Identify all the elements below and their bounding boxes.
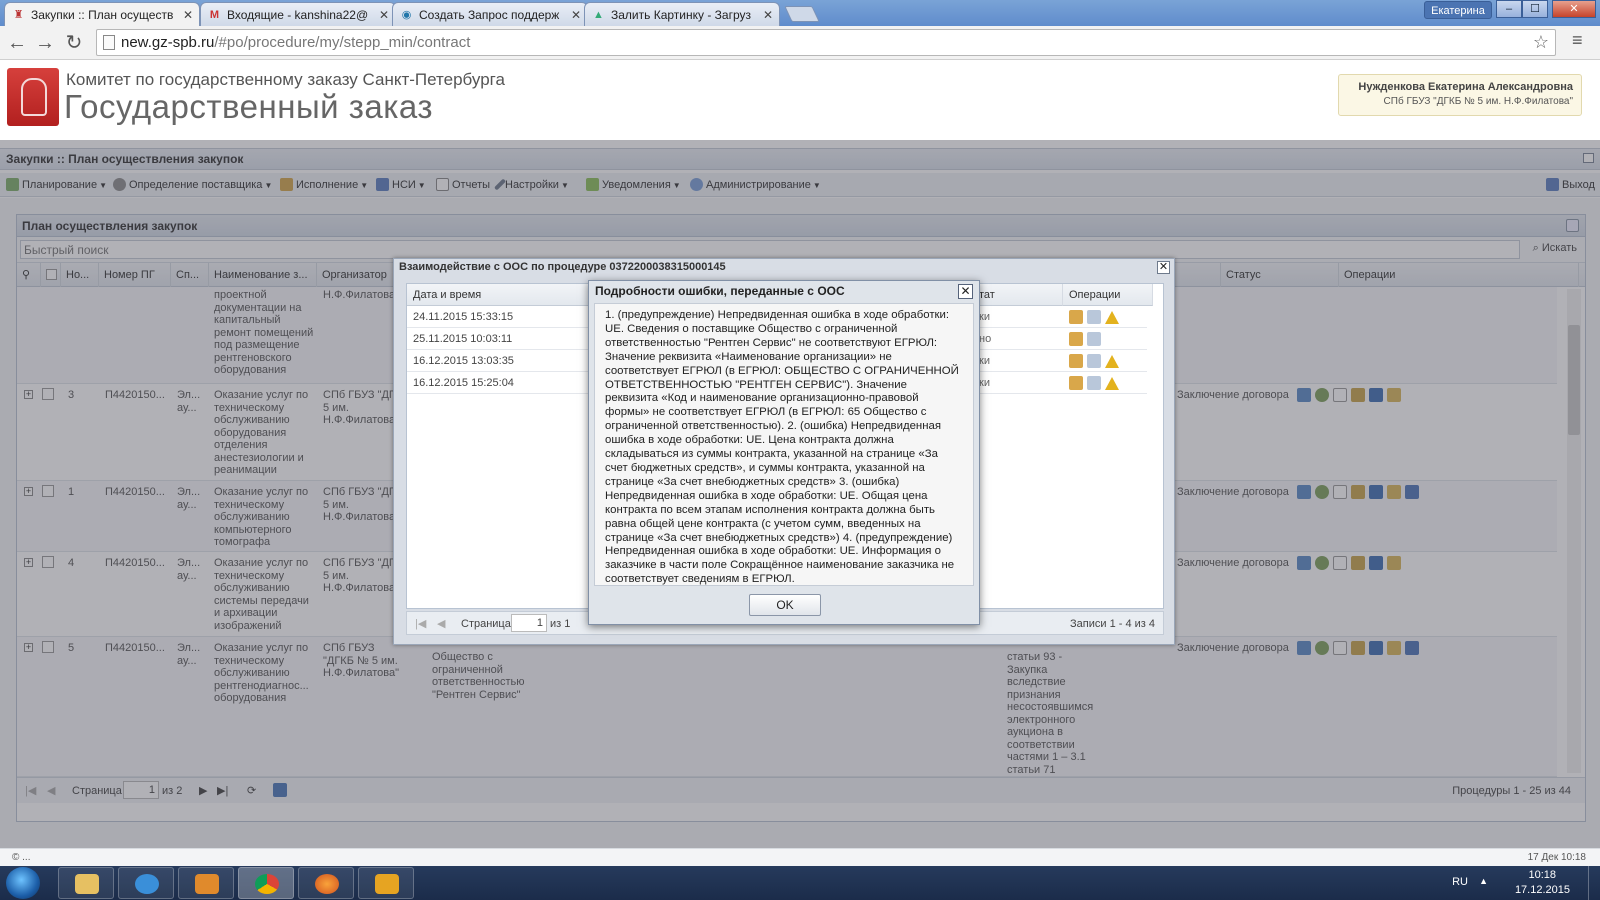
show-desktop-button[interactable] xyxy=(1588,866,1600,900)
image-host-favicon-icon: ▲ xyxy=(593,9,604,21)
support-favicon-icon: ◉ xyxy=(401,9,412,21)
page-icon xyxy=(103,35,115,50)
copyright-text: © ... xyxy=(12,852,31,863)
package-icon[interactable] xyxy=(1069,376,1083,390)
error-details-text: 1. (предупреждение) Непредвиденная ошибк… xyxy=(594,303,974,586)
close-tab-icon[interactable]: ✕ xyxy=(763,3,773,26)
user-org: СПб ГБУЗ "ДГКБ № 5 им. Н.Ф.Филатова" xyxy=(1383,96,1573,107)
edit-document-icon[interactable] xyxy=(1087,332,1101,346)
edit-document-icon[interactable] xyxy=(1087,376,1101,390)
site-header: Комитет по государственному заказу Санкт… xyxy=(0,60,1600,138)
oos-window-title: Взаимодействие с ООС по процедуре 037220… xyxy=(399,261,726,273)
new-tab-button[interactable] xyxy=(784,6,820,22)
page-label: Страница xyxy=(461,618,511,630)
chrome-icon[interactable] xyxy=(238,867,294,899)
column-header-result[interactable]: тат xyxy=(973,284,1063,306)
warning-icon[interactable] xyxy=(1105,355,1119,368)
browser-tab-gmail[interactable]: M Входящие - kanshina22@ ✕ xyxy=(200,2,396,26)
browser-menu-icon[interactable]: ≡ xyxy=(1572,30,1583,51)
gmail-icon: M xyxy=(209,9,220,21)
records-summary: Записи 1 - 4 из 4 xyxy=(1070,618,1155,630)
close-icon[interactable]: ✕ xyxy=(958,284,973,299)
cell-result: но xyxy=(979,333,992,345)
cell-datetime: 24.11.2015 15:33:15 xyxy=(413,311,514,323)
clock-date[interactable]: 17.12.2015 xyxy=(1515,884,1570,896)
cell-datetime: 16.12.2015 13:03:35 xyxy=(413,355,514,367)
page-count: из 1 xyxy=(550,618,571,630)
ok-button[interactable]: OK xyxy=(749,594,821,616)
column-header-operations[interactable]: Операции xyxy=(1063,284,1153,306)
spb-coat-of-arms-logo xyxy=(7,68,59,126)
forward-arrow-icon[interactable]: → xyxy=(32,30,58,56)
user-name: Нужденкова Екатерина Александровна xyxy=(1358,81,1573,93)
page-number-input[interactable]: 1 xyxy=(511,614,547,632)
url-input[interactable]: new.gz-spb.ru/#po/procedure/my/stepp_min… xyxy=(96,29,1556,56)
warning-icon[interactable] xyxy=(1105,311,1119,324)
browser-profile-chip[interactable]: Екатерина xyxy=(1424,1,1492,19)
browser-tab-support[interactable]: ◉ Создать Запрос поддерж ✕ xyxy=(392,2,588,26)
tab-title: Закупки :: План осуществ xyxy=(31,8,174,22)
package-icon[interactable] xyxy=(1069,354,1083,368)
language-indicator[interactable]: RU xyxy=(1452,876,1468,888)
first-page-icon[interactable]: |◀ xyxy=(415,616,426,632)
prev-page-icon[interactable]: ◀ xyxy=(437,616,445,632)
user-card[interactable]: Нужденкова Екатерина Александровна СПб Г… xyxy=(1338,74,1582,116)
tab-title: Входящие - kanshina22@ xyxy=(227,8,369,22)
committee-name: Комитет по государственному заказу Санкт… xyxy=(66,70,505,89)
edit-document-icon[interactable] xyxy=(1087,310,1101,324)
clock-time[interactable]: 10:18 xyxy=(1528,869,1556,881)
windows-start-icon[interactable] xyxy=(6,867,40,899)
close-tab-icon[interactable]: ✕ xyxy=(183,3,193,26)
package-icon[interactable] xyxy=(1069,310,1083,324)
datetime-text: 17 Дек 10:18 xyxy=(1527,852,1586,863)
maximize-icon[interactable]: ☐ xyxy=(1522,0,1548,18)
cell-result: ки xyxy=(979,377,990,389)
warning-icon[interactable] xyxy=(1105,377,1119,390)
back-arrow-icon[interactable]: ← xyxy=(4,30,30,56)
tab-title: Создать Запрос поддерж xyxy=(419,8,560,22)
browser-tab-procurement[interactable]: ♜ Закупки :: План осуществ ✕ xyxy=(4,2,200,26)
cell-result: ки xyxy=(979,355,990,367)
internet-explorer-icon[interactable] xyxy=(118,867,174,899)
media-player-icon[interactable] xyxy=(178,867,234,899)
error-details-dialog: Подробности ошибки, переданные с ООС ✕ 1… xyxy=(588,280,980,625)
app-status-bar: © ... 17 Дек 10:18 xyxy=(0,848,1600,866)
tray-expand-icon[interactable]: ▲ xyxy=(1479,876,1488,886)
firefox-icon[interactable] xyxy=(298,867,354,899)
url-path: /#po/procedure/my/stepp_min/contract xyxy=(214,34,471,51)
error-dialog-title: Подробности ошибки, переданные с ООС xyxy=(595,284,845,298)
address-bar-row: ← → ↻ new.gz-spb.ru/#po/procedure/my/ste… xyxy=(0,26,1600,60)
edit-document-icon[interactable] xyxy=(1087,354,1101,368)
minimize-icon[interactable]: – xyxy=(1496,0,1522,18)
browser-tab-strip: ♜ Закупки :: План осуществ ✕ M Входящие … xyxy=(0,0,1600,26)
close-icon[interactable]: ✕ xyxy=(1157,261,1170,274)
cell-result: ки xyxy=(979,311,990,323)
url-host: new.gz-spb.ru xyxy=(121,34,215,51)
bookmark-star-icon[interactable]: ☆ xyxy=(1533,30,1549,55)
windows-taskbar: RU ▲ 10:18 17.12.2015 xyxy=(0,866,1600,900)
brand-title: Государственный заказ xyxy=(64,88,434,125)
package-icon[interactable] xyxy=(1069,332,1083,346)
reload-icon[interactable]: ↻ xyxy=(61,30,87,56)
outlook-icon[interactable] xyxy=(358,867,414,899)
file-explorer-icon[interactable] xyxy=(58,867,114,899)
browser-tab-image-host[interactable]: ▲ Залить Картинку - Загруз ✕ xyxy=(584,2,780,26)
close-tab-icon[interactable]: ✕ xyxy=(571,3,581,26)
window-close-icon[interactable]: ✕ xyxy=(1552,0,1596,18)
cell-datetime: 16.12.2015 15:25:04 xyxy=(413,377,514,389)
close-tab-icon[interactable]: ✕ xyxy=(379,3,389,26)
cell-datetime: 25.11.2015 10:03:11 xyxy=(413,333,513,345)
procurement-favicon-icon: ♜ xyxy=(13,9,24,21)
tab-title: Залить Картинку - Загруз xyxy=(611,8,751,22)
